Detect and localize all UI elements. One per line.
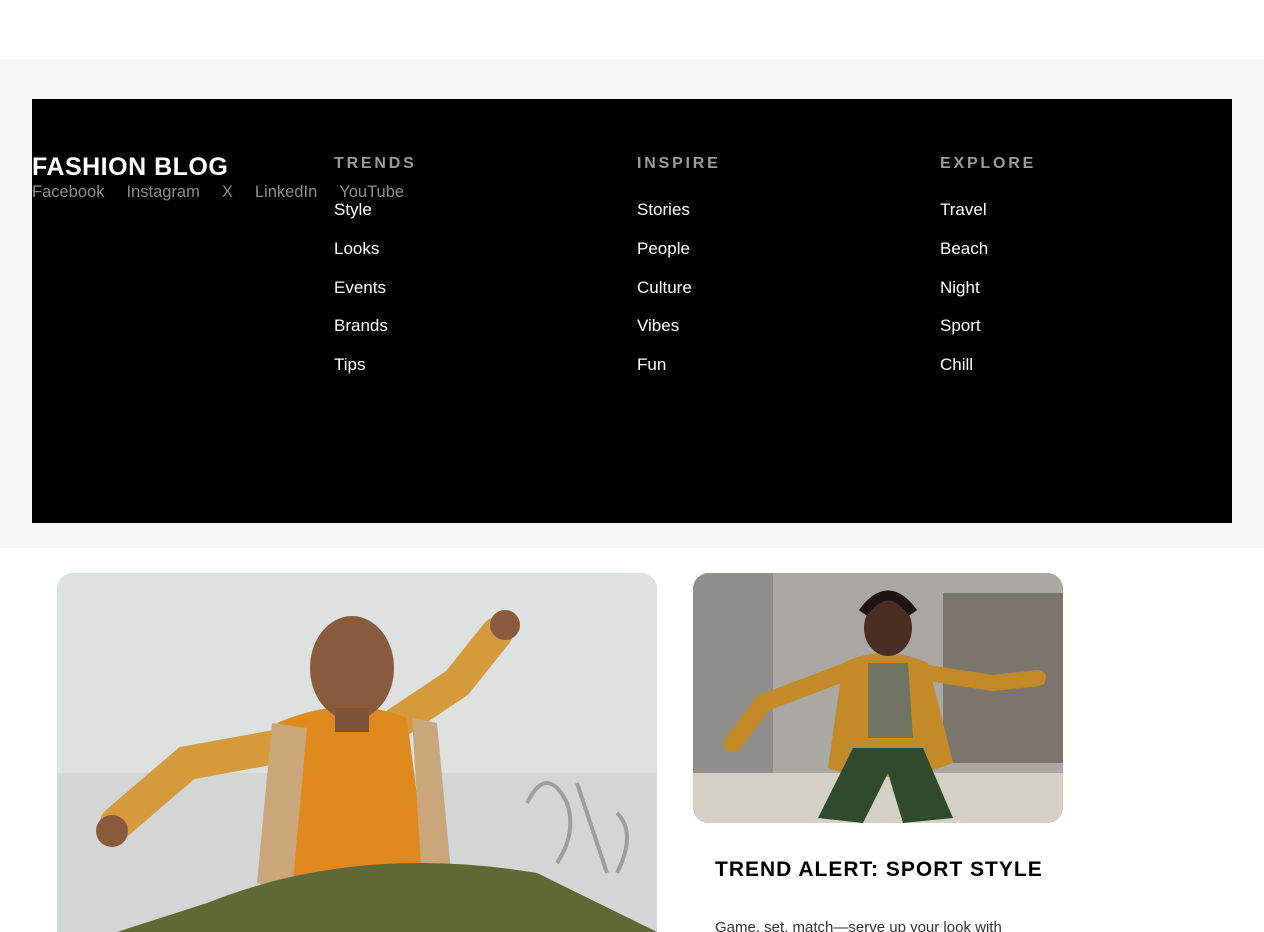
footer-column-heading: EXPLORE xyxy=(940,155,1037,172)
footer-brand-logo[interactable]: FASHION BLOG xyxy=(32,153,228,181)
footer-link[interactable]: Sport xyxy=(940,316,1190,355)
footer-column-trends: TRENDS Style Looks Events Brands Tips xyxy=(334,155,584,394)
footer-column-heading: INSPIRE xyxy=(637,155,721,172)
footer-column-inspire: INSPIRE Stories People Culture Vibes Fun xyxy=(637,155,887,394)
footer-link[interactable]: Looks xyxy=(334,239,584,278)
article-photo-large[interactable] xyxy=(57,573,657,932)
footer-link[interactable]: Style xyxy=(334,200,584,239)
footer-link[interactable]: Beach xyxy=(940,239,1190,278)
footer-column-heading: TRENDS xyxy=(334,155,417,172)
footer-link[interactable]: Night xyxy=(940,278,1190,317)
footer-link[interactable]: Travel xyxy=(940,200,1190,239)
footer-column-explore: EXPLORE Travel Beach Night Sport Chill xyxy=(940,155,1190,394)
footer-link-list: Style Looks Events Brands Tips xyxy=(334,200,584,394)
footer-link[interactable]: Vibes xyxy=(637,316,887,355)
article-excerpt: Game, set, match—serve up your look with xyxy=(715,919,1002,932)
footer-link[interactable]: Fun xyxy=(637,355,887,394)
footer-link[interactable]: Brands xyxy=(334,316,584,355)
social-link-instagram[interactable]: Instagram xyxy=(126,182,199,202)
footer-link[interactable]: Tips xyxy=(334,355,584,394)
social-link-facebook[interactable]: Facebook xyxy=(32,182,104,202)
footer-link[interactable]: People xyxy=(637,239,887,278)
article-title[interactable]: TREND ALERT: SPORT STYLE xyxy=(715,858,1045,881)
site-footer: FASHION BLOG Facebook Instagram X Linked… xyxy=(32,99,1232,523)
footer-link[interactable]: Events xyxy=(334,278,584,317)
sport-style-photo-illustration xyxy=(693,573,1063,823)
article-photo-small[interactable] xyxy=(693,573,1063,823)
top-spacer xyxy=(0,0,1264,59)
footer-link[interactable]: Chill xyxy=(940,355,1190,394)
social-link-linkedin[interactable]: LinkedIn xyxy=(255,182,317,202)
footer-link-list: Stories People Culture Vibes Fun xyxy=(637,200,887,394)
dancer-photo-illustration xyxy=(57,573,657,932)
footer-link[interactable]: Stories xyxy=(637,200,887,239)
social-link-x[interactable]: X xyxy=(222,182,233,202)
footer-link-list: Travel Beach Night Sport Chill xyxy=(940,200,1190,394)
footer-link[interactable]: Culture xyxy=(637,278,887,317)
